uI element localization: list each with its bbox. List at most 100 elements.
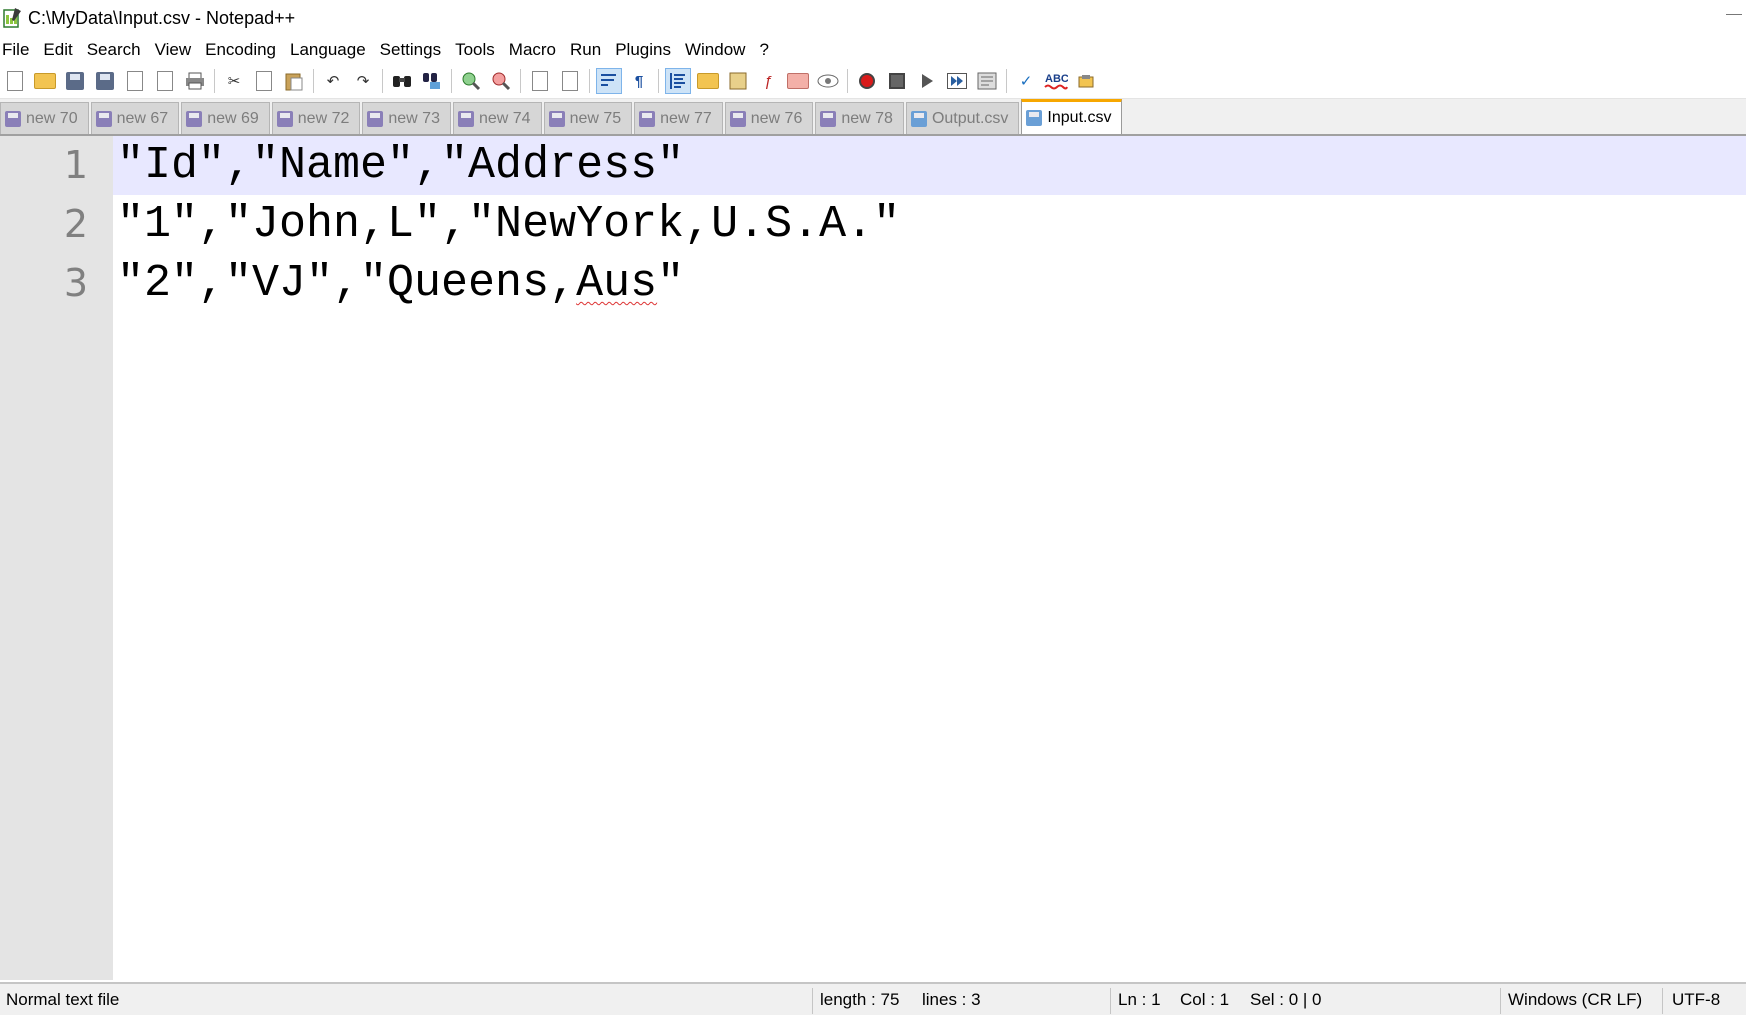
menu-search[interactable]: Search <box>80 36 148 64</box>
spellcheck-flagged-word: Aus <box>576 258 658 309</box>
tab-new-72[interactable]: new 72 <box>271 102 361 134</box>
line-number: 2 <box>63 202 88 246</box>
editor-line[interactable]: "1","John,L","NewYork,U.S.A." <box>113 195 1746 254</box>
tab-new-75[interactable]: new 75 <box>543 102 633 134</box>
menu-view[interactable]: View <box>148 36 199 64</box>
tab-label: new 70 <box>26 109 78 127</box>
open-file-icon[interactable] <box>32 68 58 94</box>
saved-disk-icon <box>1026 110 1043 126</box>
notepadpp-window: C:\MyData\Input.csv - Notepad++ File Edi… <box>0 0 1746 1015</box>
tab-label: new 67 <box>116 109 169 127</box>
menu-window[interactable]: Window <box>678 36 752 64</box>
status-col: Col : 1 <box>1180 990 1230 1009</box>
zoom-out-icon[interactable] <box>488 68 514 94</box>
save-icon[interactable] <box>62 68 88 94</box>
monitoring-eye-icon[interactable] <box>815 68 841 94</box>
spell-check-icon[interactable]: ✓ <box>1013 68 1039 94</box>
menu-bar: File Edit Search View Encoding Language … <box>0 36 1746 65</box>
menu-tools[interactable]: Tools <box>448 36 502 64</box>
stop-recording-icon[interactable] <box>884 68 910 94</box>
minimize-button[interactable] <box>1716 0 1746 36</box>
notepadpp-icon <box>2 7 22 29</box>
save-all-icon[interactable] <box>92 68 118 94</box>
document-map-icon[interactable] <box>725 68 751 94</box>
unsaved-disk-icon <box>639 110 656 127</box>
status-encoding: UTF-8 <box>1672 990 1721 1009</box>
paste-icon[interactable] <box>281 68 307 94</box>
menu-encoding[interactable]: Encoding <box>198 36 283 64</box>
menu-language[interactable]: Language <box>283 36 373 64</box>
tab-label: new 74 <box>478 109 531 127</box>
status-eol: Windows (CR LF) <box>1508 990 1643 1009</box>
playback-icon[interactable] <box>914 68 940 94</box>
undo-icon[interactable]: ↶ <box>320 68 346 94</box>
define-language-icon[interactable] <box>695 68 721 94</box>
status-bar: Normal text file length : 75 lines : 3 L… <box>0 982 1746 1015</box>
redo-icon[interactable]: ↷ <box>350 68 376 94</box>
copy-icon[interactable] <box>251 68 277 94</box>
editor-line[interactable]: "2","VJ","Queens,Aus" <box>113 254 1746 313</box>
tab-new-74[interactable]: new 74 <box>452 102 542 134</box>
window-title: C:\MyData\Input.csv - Notepad++ <box>28 7 296 28</box>
new-file-icon[interactable] <box>2 68 28 94</box>
toolbar-separator <box>451 69 452 93</box>
toolbar-separator <box>382 69 383 93</box>
toolbar-separator <box>847 69 848 93</box>
tab-new-69[interactable]: new 69 <box>181 102 270 134</box>
title-bar: C:\MyData\Input.csv - Notepad++ <box>0 0 1746 36</box>
tab-input-csv[interactable]: Input.csv <box>1021 99 1123 134</box>
sync-vertical-scroll-icon[interactable] <box>527 68 553 94</box>
menu-settings[interactable]: Settings <box>373 36 448 64</box>
tab-new-70[interactable]: new 70 <box>0 102 89 134</box>
spell-check-abc-icon[interactable]: ABC <box>1043 68 1069 94</box>
svg-text:ABC: ABC <box>1045 73 1068 85</box>
editor-line[interactable]: "Id","Name","Address" <box>113 136 1746 195</box>
toolbar-separator <box>520 69 521 93</box>
save-macro-icon[interactable] <box>974 68 1000 94</box>
tab-output-csv[interactable]: Output.csv <box>905 102 1020 134</box>
unsaved-disk-icon <box>820 110 837 127</box>
zoom-in-icon[interactable] <box>458 68 484 94</box>
text-editor[interactable]: 1 "Id","Name","Address" 2 "1","John,L","… <box>0 136 1746 980</box>
print-icon[interactable] <box>182 68 208 94</box>
document-tab-bar: new 70 new 67 new 69 new 72 new 73 new 7… <box>0 99 1746 136</box>
close-all-icon[interactable] <box>152 68 178 94</box>
menu-run[interactable]: Run <box>563 36 608 64</box>
unsaved-disk-icon <box>95 110 112 127</box>
menu-file[interactable]: File <box>0 36 36 64</box>
tab-new-73[interactable]: new 73 <box>362 102 451 134</box>
tab-label: new 78 <box>841 109 893 127</box>
line-suffix: " <box>657 258 685 309</box>
tab-label: Output.csv <box>931 109 1009 127</box>
run-macro-multiple-icon[interactable] <box>944 68 970 94</box>
status-file-type: Normal text file <box>6 990 120 1009</box>
menu-edit[interactable]: Edit <box>36 36 79 64</box>
find-icon[interactable] <box>389 68 415 94</box>
tab-new-78[interactable]: new 78 <box>815 102 904 134</box>
tab-new-67[interactable]: new 67 <box>90 102 180 134</box>
sync-horizontal-scroll-icon[interactable] <box>557 68 583 94</box>
indent-guide-icon[interactable] <box>665 68 691 94</box>
tab-new-77[interactable]: new 77 <box>634 102 723 134</box>
cut-icon[interactable]: ✂ <box>221 68 247 94</box>
start-recording-icon[interactable] <box>854 68 880 94</box>
menu-macro[interactable]: Macro <box>502 36 563 64</box>
saved-disk-icon <box>910 110 927 127</box>
menu-help[interactable]: ? <box>752 36 775 64</box>
close-file-icon[interactable] <box>122 68 148 94</box>
show-all-characters-icon[interactable]: ¶ <box>626 68 652 94</box>
plugin-tool-icon[interactable] <box>1073 68 1099 94</box>
tab-label: new 72 <box>297 109 350 127</box>
tab-new-76[interactable]: new 76 <box>724 102 814 134</box>
tab-label: new 77 <box>660 109 712 127</box>
tab-label: new 69 <box>207 109 259 127</box>
unsaved-disk-icon <box>276 110 293 127</box>
menu-plugins[interactable]: Plugins <box>608 36 678 64</box>
tab-label: new 75 <box>569 109 622 127</box>
word-wrap-icon[interactable] <box>596 68 622 94</box>
folder-as-workspace-icon[interactable] <box>785 68 811 94</box>
toolbar-separator <box>589 69 590 93</box>
status-divider <box>812 988 813 1014</box>
function-list-icon[interactable]: ƒ <box>755 68 781 94</box>
replace-icon[interactable] <box>419 68 445 94</box>
